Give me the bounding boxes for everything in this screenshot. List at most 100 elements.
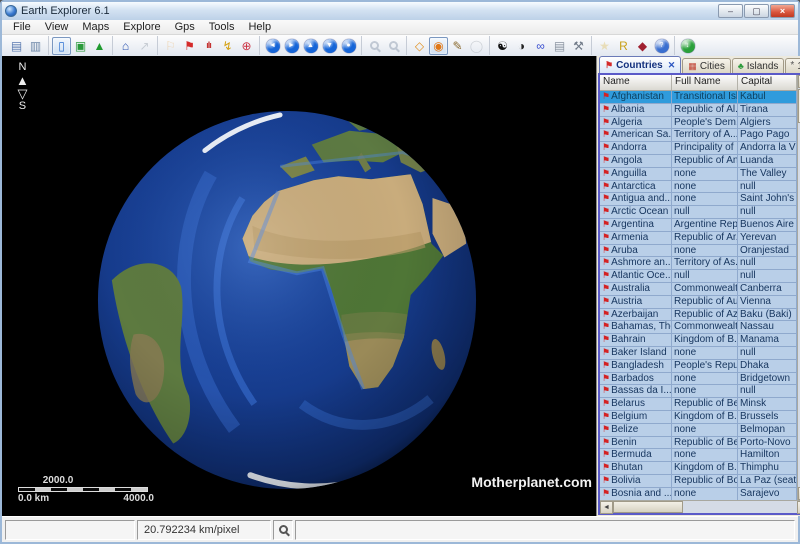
table-row[interactable]: ⚑BelgiumKingdom of B...Brussels [600,411,797,424]
tab-close-icon[interactable]: ✕ [668,60,676,71]
table-row[interactable]: ⚑BangladeshPeople's Repu...Dhaka [600,360,797,373]
view-globe-button[interactable]: ▣ [71,37,90,55]
zoom-in-button[interactable] [365,37,384,55]
table-row[interactable]: ⚑BermudanoneHamilton [600,449,797,462]
table-row[interactable]: ⚑Antarcticanonenull [600,181,797,194]
menu-explore[interactable]: Explore [116,21,167,33]
view-flat-map-button[interactable]: ▯ [52,37,71,55]
ring-button[interactable]: ◯ [467,37,486,55]
print-button[interactable]: ▥ [26,37,45,55]
draw-button[interactable]: ✎ [448,37,467,55]
book-button[interactable]: ◆ [633,37,652,55]
tab-cities[interactable]: ▦Cities [682,58,731,73]
table-row[interactable]: ⚑Antigua and...noneSaint John's [600,193,797,206]
horizontal-scroll-thumb[interactable] [613,501,683,513]
column-header-full-name[interactable]: Full Name [672,75,738,90]
table-row[interactable]: ⚑BhutanKingdom of B...Thimphu [600,462,797,475]
menu-maps[interactable]: Maps [75,21,116,33]
save-button[interactable]: ▤ [7,37,26,55]
table-header[interactable]: NameFull NameCapital [600,75,797,91]
view-globe-icon: ▣ [75,40,86,52]
help-button[interactable]: ? [652,37,671,55]
table-row[interactable]: ⚑AndorraPrincipality of ...Andorra la V [600,142,797,155]
minimize-button[interactable]: – [718,4,743,18]
table-row[interactable]: ⚑Bahamas, TheCommonwealt...Nassau [600,321,797,334]
day-night-button[interactable]: ☯ [493,37,512,55]
table-row[interactable]: ⚑ArgentinaArgentine Rep...Buenos Aire [600,219,797,232]
moon-button[interactable]: ◑ [512,37,531,55]
table-row[interactable]: ⚑Arctic Oceannullnull [600,206,797,219]
table-row[interactable]: ⚑AngolaRepublic of An...Luanda [600,155,797,168]
cell-capital: Tirana [738,104,797,116]
table-row[interactable]: ⚑Baker Islandnonenull [600,347,797,360]
globe-viewport[interactable]: N ▲ ▽ S 2000.0 0.0 km 4000.0 Motherplane… [2,56,596,516]
cell-full-name: Republic of An... [672,155,738,167]
tab-countries[interactable]: ⚑Countries✕ [599,56,681,73]
badge-button[interactable]: ★ [595,37,614,55]
measure-button[interactable]: ◇ [410,37,429,55]
table-row[interactable]: ⚑American Sa...Territory of A...Pago Pag… [600,129,797,142]
table-row[interactable]: ⚑BeninRepublic of Be...Porto-Novo [600,437,797,450]
tools-button[interactable]: ⚒ [569,37,588,55]
horizontal-scroll-track[interactable] [683,501,797,513]
status-zoom-button[interactable] [273,520,293,540]
binoculars-button[interactable]: ∞ [531,37,550,55]
close-button[interactable]: × [770,4,795,18]
table-row[interactable]: ⚑AnguillanoneThe Valley [600,168,797,181]
go-online-button[interactable]: ↓ [678,37,697,55]
table-row[interactable]: ⚑Atlantic Oce...nullnull [600,270,797,283]
menu-file[interactable]: File [6,21,38,33]
table-row[interactable]: ⚑Bassas da I...nonenull [600,385,797,398]
pan-button[interactable]: ↗ [135,37,154,55]
scroll-left-button[interactable]: ◄ [600,501,613,514]
zoom-out-button[interactable] [384,37,403,55]
table-row[interactable]: ⚑BelizenoneBelmopan [600,424,797,437]
compass-mode-button[interactable]: ◉ [429,37,448,55]
table-row[interactable]: ⚑AustriaRepublic of Au...Vienna [600,296,797,309]
cell-capital: The Valley [738,168,797,180]
cell-name: ⚑Argentina [600,219,672,231]
form-button[interactable]: ▤ [550,37,569,55]
cell-capital: Luanda [738,155,797,167]
table-row[interactable]: ⚑BelarusRepublic of Be...Minsk [600,398,797,411]
table-row[interactable]: ⚑AfghanistanTransitional Isl...Kabul [600,91,797,104]
rotate-west-button[interactable]: ◄ [263,37,282,55]
lightning-button[interactable]: ↯ [218,37,237,55]
column-header-capital[interactable]: Capital [738,75,797,90]
trophy-button[interactable]: R [614,37,633,55]
placemark-button[interactable]: ⚐ [161,37,180,55]
table-row[interactable]: ⚑BahrainKingdom of B...Manama [600,334,797,347]
table-row[interactable]: ⚑AzerbaijanRepublic of Az...Baku (Baki) [600,309,797,322]
title-bar[interactable]: Earth Explorer 6.1 – ▢ × [2,2,798,20]
column-header-name[interactable]: Name [600,75,672,90]
chart-button[interactable]: ılı [199,37,218,55]
table-row[interactable]: ⚑AustraliaCommonwealt...Canberra [600,283,797,296]
rotate-south-button[interactable]: ▼ [320,37,339,55]
maximize-button[interactable]: ▢ [744,4,769,18]
rotate-east-button[interactable]: ► [282,37,301,55]
horizontal-scrollbar[interactable]: ◄ ► [600,500,800,513]
menu-gps[interactable]: Gps [168,21,202,33]
table-row[interactable]: ⚑BarbadosnoneBridgetown [600,373,797,386]
table-row[interactable]: ⚑AlgeriaPeople's Dem...Algiers [600,117,797,130]
table-row[interactable]: ⚑Ashmore an...Territory of As...null [600,257,797,270]
home-button[interactable]: ⌂ [116,37,135,55]
tab-pages[interactable]: *1 [785,58,800,73]
menu-tools[interactable]: Tools [202,21,242,33]
tab-islands[interactable]: ♣Islands [732,58,785,73]
menu-help[interactable]: Help [241,21,278,33]
table-row[interactable]: ⚑Bosnia and ...noneSarajevo [600,488,797,500]
terrain-button[interactable]: ▲ [90,37,109,55]
table-row[interactable]: ⚑BoliviaRepublic of Bo...La Paz (seat [600,475,797,488]
rotate-north-button[interactable]: ▲ [301,37,320,55]
toolbar-group-0: ▤▥ [4,36,49,55]
table-row[interactable]: ⚑ArubanoneOranjestad [600,245,797,258]
reset-view-button[interactable]: ● [339,37,358,55]
table-row[interactable]: ⚑AlbaniaRepublic of Al...Tirana [600,104,797,117]
globe[interactable] [94,107,480,493]
table-row[interactable]: ⚑ArmeniaRepublic of Ar...Yerevan [600,232,797,245]
flag-button[interactable]: ⚑ [180,37,199,55]
menu-view[interactable]: View [38,21,76,33]
country-flag-icon: ⚑ [602,347,610,357]
crosshair-button[interactable]: ⊕ [237,37,256,55]
